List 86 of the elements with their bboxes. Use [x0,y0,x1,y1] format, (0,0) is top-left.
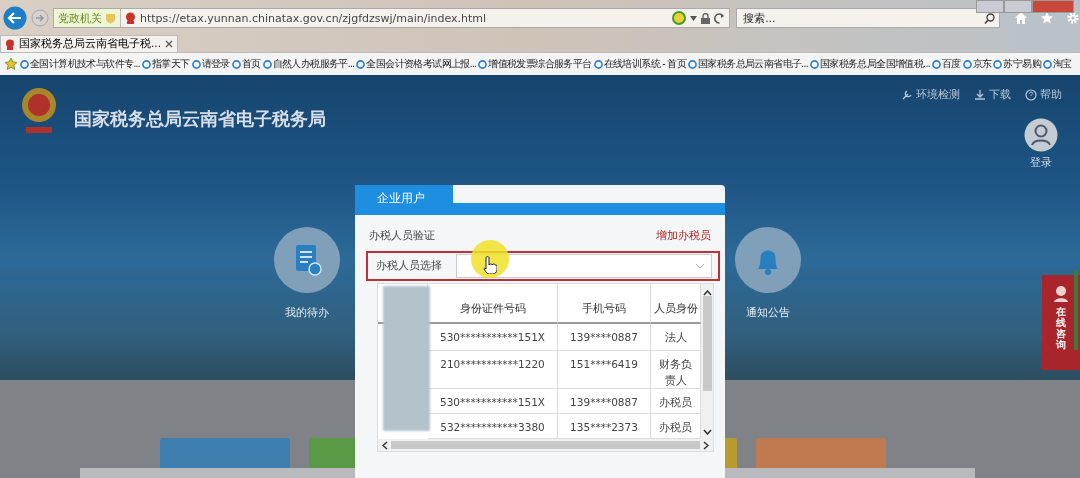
favorites-link[interactable]: 请登录 [191,57,230,71]
page-icon [478,59,488,69]
header-link[interactable]: 帮助 [1025,87,1062,102]
favorites-link[interactable]: 全国会计资格考试网上报... [356,57,477,71]
page-icon [931,59,941,69]
header-link[interactable]: 下载 [974,87,1011,102]
table-cell: 139****0887 [558,389,651,414]
colored-tile[interactable] [160,438,290,468]
page-icon [1043,59,1053,69]
back-icon[interactable] [3,6,27,30]
page-icon [993,59,1003,69]
favorites-star-icon[interactable] [4,57,18,71]
page-icon [687,59,697,69]
page-icon [356,59,366,69]
favorites-link[interactable]: 苏宁易购 [993,57,1042,71]
forward-icon[interactable] [31,9,49,27]
lock-icon [701,12,711,24]
favorites-link[interactable]: 国家税务总局云南省电子... [687,57,808,71]
quick-entry[interactable]: 通知公告 [735,227,801,320]
favorites-link[interactable]: 百度 [931,57,961,71]
hand-cursor-icon [483,256,497,274]
shield-icon [105,12,116,24]
header-link[interactable]: 环境检测 [901,87,960,102]
online-consult-tab[interactable]: 在线咨询 [1042,275,1080,370]
favorites-link[interactable]: 增值税发票综合服务平台 [478,57,592,71]
colored-tile[interactable] [756,438,886,468]
favorites-link[interactable]: 指掌天下 [141,57,190,71]
refresh-icon[interactable] [714,12,726,24]
compatibility-icon[interactable] [672,11,687,25]
favorites-link[interactable]: 国家税务总局全国增值税... [809,57,930,71]
table-cell: 办税员 [651,389,701,414]
search-input[interactable]: 搜索... [741,10,985,26]
search-field[interactable]: 搜索... [736,8,1001,28]
user-avatar-icon [1024,118,1058,152]
page-icon [593,59,603,69]
scrollbar-thumb[interactable] [702,296,712,391]
site-badge: 党政机关 [54,9,121,27]
favorites-link[interactable]: 全国计算机技术与软件专... [20,57,140,71]
maximize-button[interactable] [1004,0,1032,13]
close-icon[interactable] [165,40,173,48]
emblem-icon [125,12,136,24]
page-icon [20,59,29,69]
favorites-link[interactable]: 京东 [962,57,992,71]
scroll-right-icon[interactable] [703,440,709,450]
caret-icon[interactable] [690,15,698,21]
add-agent-link[interactable]: 增加办税员 [656,229,711,243]
scroll-left-icon[interactable] [382,440,388,450]
caret-down-icon [695,263,705,269]
field-label: 办税人员选择 [376,259,442,273]
wrench-icon [901,88,913,101]
page-icon [231,59,241,69]
emblem-icon [5,38,15,50]
download-icon [974,88,986,101]
favorites-link[interactable]: 首页 [231,57,261,71]
url-text: https://etax.yunnan.chinatax.gov.cn/zjgfdzswj/main/index.html [140,11,488,25]
quick-entry[interactable]: 我的待办 [274,227,340,320]
search-icon[interactable] [984,12,996,24]
bell-icon [735,227,801,293]
site-title: 国家税务总局云南省电子税务局 [74,107,327,131]
table-cell: 139****0887 [558,324,651,351]
dialog-tab[interactable]: 企业用户 [355,185,453,215]
page-icon [262,59,272,69]
favorites-link[interactable]: 自然人办税服务平... [262,57,355,71]
scroll-up-icon[interactable] [702,290,712,296]
document-clock-icon [274,227,340,293]
address-bar[interactable]: 党政机关 https://etax.yunnan.chinatax.gov.cn/zjgfdzswj/main/index.html [53,8,731,28]
favorites-link[interactable]: 淘宝 [1043,57,1072,71]
home-icon[interactable] [1014,11,1029,25]
star-icon[interactable] [1040,11,1055,25]
scrollbar-thumb[interactable] [391,441,700,449]
favorites-link[interactable]: 在线培训系统 - 首页 [593,57,686,71]
page-icon [141,59,151,69]
page-icon [191,59,201,69]
table-cell: 财务负责人 [651,351,701,389]
page-icon [962,59,972,69]
section-label: 办税人员验证 [369,229,435,243]
page-icon [809,59,819,69]
column-header: 手机号码 [558,284,651,324]
login-button[interactable]: 登录 [1024,118,1058,170]
headset-icon [1051,283,1071,303]
settings-icon[interactable] [1066,11,1080,25]
browser-tab[interactable]: 国家税务总局云南省电子税... [0,35,178,52]
table-cell: 151****6419 [558,351,651,389]
scroll-down-icon[interactable] [702,429,712,435]
table-cell: 法人 [651,324,701,351]
help-icon [1025,88,1037,101]
